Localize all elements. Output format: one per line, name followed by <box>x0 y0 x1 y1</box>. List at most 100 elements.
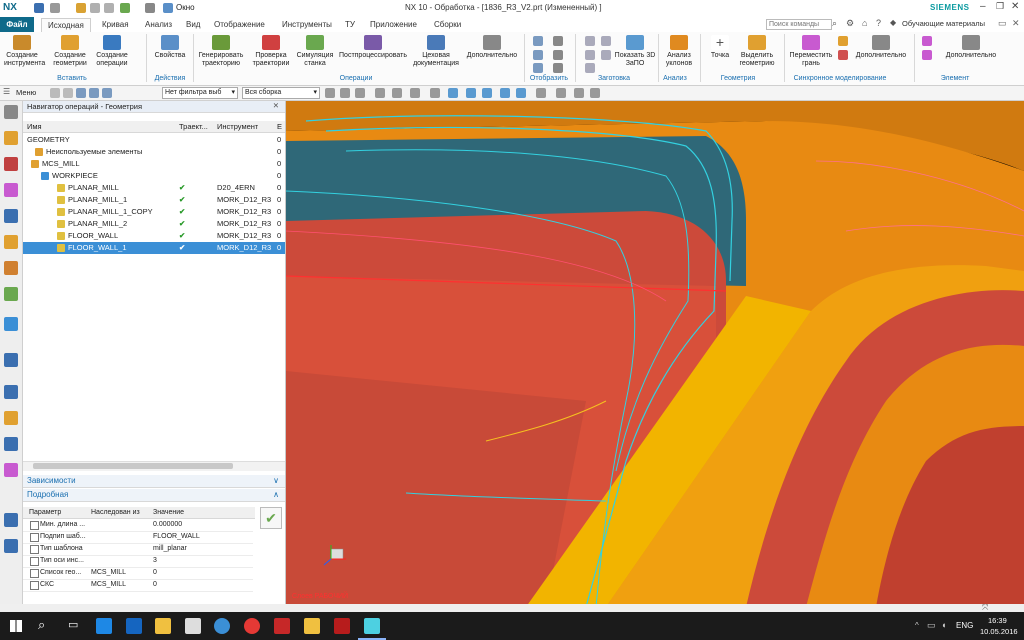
search-icon[interactable]: ⌕ <box>832 18 837 29</box>
details-row-checkbox[interactable] <box>30 533 39 542</box>
blank-icon-3[interactable] <box>585 63 595 73</box>
sync-icon-2[interactable] <box>838 50 848 60</box>
home-icon[interactable]: ⌂ <box>862 18 867 28</box>
tab-analysis[interactable]: Анализ <box>139 18 178 31</box>
view-icon-3[interactable] <box>482 88 492 98</box>
clock-time[interactable]: 16:39 <box>988 616 1007 625</box>
column-tool[interactable]: Инструмент <box>217 121 258 132</box>
store-icon[interactable] <box>185 618 201 634</box>
edge-icon[interactable] <box>126 618 142 634</box>
tab-tools[interactable]: Инструменты <box>276 18 338 31</box>
window-menu[interactable]: Окно <box>176 3 195 12</box>
create-operation-button[interactable]: Создание операции <box>93 35 131 68</box>
more-sync-button[interactable]: Дополнительно <box>852 35 910 60</box>
input-language[interactable]: ENG <box>956 621 973 630</box>
navigator-row[interactable]: PLANAR_MILL_2 ✔ MORK_D12_R3 0 <box>23 218 285 230</box>
details-row-checkbox[interactable] <box>30 521 39 530</box>
details-row-checkbox[interactable] <box>30 557 39 566</box>
menu-icon[interactable]: ☰ <box>3 87 10 96</box>
search-icon[interactable]: ⌕ <box>38 617 45 633</box>
dependencies-panel-header[interactable]: Зависимости ∨ <box>23 475 285 488</box>
create-tool-button[interactable]: Создание инструмента <box>4 35 45 68</box>
view-icon-7[interactable] <box>556 88 566 98</box>
navigator-row[interactable]: Неиспользуемые элементы 0 <box>23 146 285 158</box>
navigator-row[interactable]: PLANAR_MILL_1 ✔ MORK_D12_R3 0 <box>23 194 285 206</box>
blank-icon-2[interactable] <box>585 50 595 60</box>
scope-select[interactable]: Вся сборка ▾ <box>242 87 320 99</box>
view-icon-1[interactable] <box>448 88 458 98</box>
view-icon-5[interactable] <box>516 88 526 98</box>
navigator-row[interactable]: MCS_MILL 0 <box>23 158 285 170</box>
command-finder-icon[interactable] <box>120 3 130 13</box>
select-icon-2[interactable] <box>63 88 73 98</box>
details-column-value[interactable]: Значение <box>153 507 184 518</box>
blank-icon-5[interactable] <box>601 50 611 60</box>
select-icon-5[interactable] <box>102 88 112 98</box>
type-filter-select[interactable]: Нет фильтра выб ▾ <box>162 87 238 99</box>
snap-icon-4[interactable] <box>375 88 385 98</box>
help-icon[interactable]: ? <box>876 18 881 28</box>
app-icon-3[interactable] <box>334 618 350 634</box>
sparkle-icon[interactable] <box>76 3 86 13</box>
details-row-checkbox[interactable] <box>30 569 39 578</box>
feature-icon-2[interactable] <box>922 50 932 60</box>
clock-icon[interactable] <box>4 385 18 399</box>
undo-icon[interactable] <box>50 3 60 13</box>
copy-icon[interactable] <box>90 3 100 13</box>
network-icon[interactable]: ▭ <box>927 620 936 631</box>
view-icon-6[interactable] <box>536 88 546 98</box>
column-name[interactable]: Имя <box>27 121 42 132</box>
postprocess-button[interactable]: Постпроцессировать <box>336 35 410 60</box>
show-3d-ipw-button[interactable]: Показать 3D ЗаПО <box>614 35 656 68</box>
gear-icon[interactable]: ⚙ <box>846 18 854 29</box>
rail-icon-5[interactable] <box>4 235 18 249</box>
more-operations-button[interactable]: Дополнительно <box>464 35 520 60</box>
snap-icon-2[interactable] <box>340 88 350 98</box>
snap-icon-6[interactable] <box>410 88 420 98</box>
tab-assemblies[interactable]: Сборки <box>428 18 467 31</box>
details-column-inherited[interactable]: Наследован из <box>91 507 140 518</box>
select-icon-1[interactable] <box>50 88 60 98</box>
restore-button[interactable]: ❐ <box>996 1 1004 12</box>
learning-materials[interactable]: Обучающие материалы <box>902 19 985 28</box>
details-row-checkbox[interactable] <box>30 581 39 590</box>
rail-icon-9[interactable] <box>4 353 18 367</box>
paste-icon[interactable] <box>104 3 114 13</box>
rail-icon-7[interactable] <box>4 287 18 301</box>
skype-icon[interactable] <box>214 618 230 634</box>
generate-toolpath-button[interactable]: Генерировать траекторию <box>198 35 244 68</box>
horizontal-scrollbar[interactable] <box>23 461 285 471</box>
blank-icon-1[interactable] <box>585 36 595 46</box>
rail-icon-2[interactable] <box>4 157 18 171</box>
ribbon-close-icon[interactable]: ✕ <box>1012 18 1020 29</box>
display-icon-1[interactable] <box>533 36 543 46</box>
snap-icon-1[interactable] <box>325 88 335 98</box>
tab-display[interactable]: Отображение <box>208 18 271 31</box>
properties-button[interactable]: Свойства <box>152 35 188 60</box>
snap-icon-3[interactable] <box>355 88 365 98</box>
more-feature-button[interactable]: Дополнительно <box>940 35 1002 60</box>
windows-start-icon[interactable] <box>10 620 22 632</box>
rail-icon-12[interactable] <box>4 463 18 477</box>
save-icon[interactable] <box>34 3 44 13</box>
chrome-icon[interactable] <box>244 618 260 634</box>
display-icon-3[interactable] <box>533 63 543 73</box>
navigator-row[interactable]: PLANAR_MILL_1_COPY ✔ MORK_D12_R3 0 <box>23 206 285 218</box>
view-icon-8[interactable] <box>574 88 584 98</box>
select-icon-4[interactable] <box>89 88 99 98</box>
blank-icon-4[interactable] <box>601 36 611 46</box>
navigator-close-icon[interactable]: ✕ <box>273 100 279 111</box>
task-view-icon[interactable]: ▭ <box>68 618 78 631</box>
clock-date[interactable]: 10.05.2016 <box>980 627 1018 636</box>
sync-icon-1[interactable] <box>838 36 848 46</box>
column-extra[interactable]: Е <box>277 121 282 132</box>
rail-icon-14[interactable] <box>4 539 18 553</box>
explorer-window-icon[interactable] <box>96 618 112 634</box>
redo-icon[interactable] <box>145 3 155 13</box>
display-icon-6[interactable] <box>553 63 563 73</box>
folder-icon[interactable] <box>155 618 171 634</box>
minimize-button[interactable]: – <box>980 1 986 12</box>
view-icon-2[interactable] <box>466 88 476 98</box>
point-button[interactable]: + Точка <box>706 35 734 60</box>
verify-toolpath-button[interactable]: Проверка траектории <box>250 35 292 68</box>
